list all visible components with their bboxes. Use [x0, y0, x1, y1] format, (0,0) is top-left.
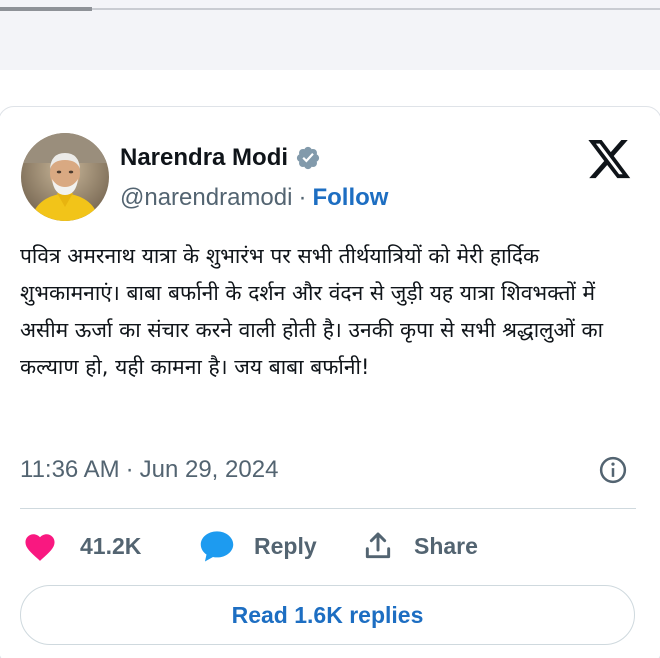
actions-divider: [20, 508, 636, 509]
verified-badge-icon: [296, 146, 320, 170]
timestamp-separator: ·: [125, 456, 134, 483]
handle-separator: ·: [298, 184, 307, 211]
author-handle[interactable]: @narendramodi: [120, 184, 292, 212]
share-upload-icon: [365, 532, 391, 559]
top-background-strip: [0, 0, 660, 70]
top-progress-indicator: [0, 7, 92, 11]
tweet-actions-bar: 41.2K Reply Share: [20, 526, 640, 566]
read-replies-button[interactable]: Read 1.6K replies: [20, 585, 635, 645]
author-handle-row: @narendramodi · Follow: [120, 181, 388, 215]
info-icon[interactable]: [598, 455, 628, 485]
tweet-time: 11:36 AM: [20, 456, 120, 483]
x-logo-icon[interactable]: [588, 140, 632, 180]
like-button[interactable]: 41.2K: [22, 526, 141, 566]
speech-bubble-icon: [200, 531, 234, 562]
reply-button[interactable]: Reply: [198, 526, 317, 566]
like-count: 41.2K: [80, 532, 142, 559]
tweet-timestamp[interactable]: 11:36 AM · Jun 29, 2024: [20, 450, 278, 490]
tweet-date: Jun 29, 2024: [139, 456, 279, 483]
author-name-row: Narendra Modi: [120, 141, 321, 175]
reply-label: Reply: [254, 532, 317, 559]
author-name[interactable]: Narendra Modi: [120, 144, 288, 172]
top-divider-line: [0, 8, 660, 10]
share-button[interactable]: Share: [362, 526, 478, 566]
read-replies-label: Read 1.6K replies: [231, 601, 424, 628]
avatar[interactable]: [21, 133, 109, 221]
share-label: Share: [414, 532, 478, 559]
heart-icon: [25, 534, 55, 561]
follow-button[interactable]: Follow: [312, 184, 388, 212]
tweet-text: पवित्र अमरनाथ यात्रा के शुभारंभ पर सभी त…: [20, 244, 604, 379]
